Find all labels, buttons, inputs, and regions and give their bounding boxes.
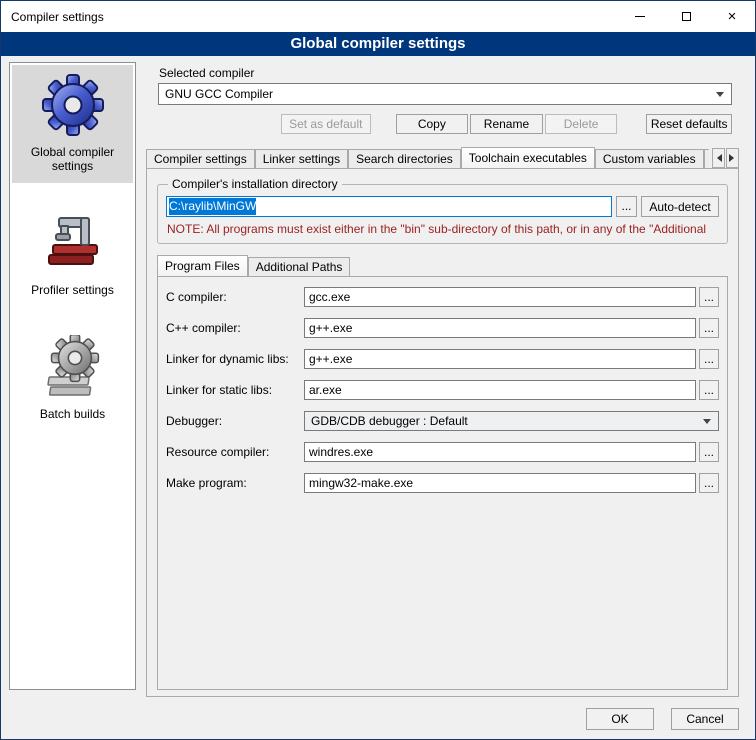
- toolchain-subtabbar: Program Files Additional Paths: [157, 254, 728, 276]
- c-compiler-label: C compiler:: [166, 290, 304, 304]
- batch-builds-icon: [41, 335, 105, 399]
- installation-directory-group: Compiler's installation directory C:\ray…: [157, 177, 728, 244]
- tab-scroll-buttons: [712, 148, 739, 168]
- chevron-down-icon: [716, 92, 724, 101]
- sidebar-item-label: Batch builds: [40, 407, 105, 421]
- tab-toolchain-executables[interactable]: Toolchain executables: [461, 147, 595, 168]
- tab-compiler-settings[interactable]: Compiler settings: [146, 149, 255, 168]
- maximize-button[interactable]: [663, 1, 709, 32]
- linker-static-browse-button[interactable]: ...: [699, 380, 719, 400]
- sidebar-item-label: Profiler settings: [31, 283, 114, 297]
- gear-icon: [41, 73, 105, 137]
- installation-note: NOTE: All programs must exist either in …: [167, 222, 719, 236]
- settings-tabbar: Compiler settings Linker settings Search…: [146, 146, 739, 168]
- auto-detect-button[interactable]: Auto-detect: [641, 196, 719, 217]
- debugger-label: Debugger:: [166, 414, 304, 428]
- tab-build-options[interactable]: Build options: [704, 149, 709, 168]
- dialog-body: Global compiler settings Profiler settin…: [1, 56, 755, 697]
- linker-dynamic-label: Linker for dynamic libs:: [166, 352, 304, 366]
- subtab-scroll-area: Program Files Additional Paths: [157, 254, 728, 276]
- tab-linker-settings[interactable]: Linker settings: [255, 149, 348, 168]
- minimize-button[interactable]: [617, 1, 663, 32]
- installation-directory-value: C:\raylib\MinGW: [169, 198, 256, 215]
- make-program-browse-button[interactable]: ...: [699, 473, 719, 493]
- form-row-linker-static: Linker for static libs: ...: [166, 380, 719, 400]
- arrow-right-icon: [729, 154, 738, 162]
- close-button[interactable]: ×: [709, 1, 755, 32]
- form-row-linker-dynamic: Linker for dynamic libs: ...: [166, 349, 719, 369]
- form-row-c-compiler: C compiler: ...: [166, 287, 719, 307]
- linker-static-label: Linker for static libs:: [166, 383, 304, 397]
- toolchain-executables-panel: Compiler's installation directory C:\ray…: [146, 168, 739, 697]
- resource-compiler-browse-button[interactable]: ...: [699, 442, 719, 462]
- titlebar: Compiler settings ×: [1, 1, 755, 32]
- installation-directory-legend: Compiler's installation directory: [168, 177, 342, 191]
- tab-scroll-area: Compiler settings Linker settings Search…: [146, 146, 709, 168]
- ok-button[interactable]: OK: [586, 708, 654, 730]
- linker-dynamic-input[interactable]: [304, 349, 696, 369]
- form-row-make-program: Make program: ...: [166, 473, 719, 493]
- window-controls: ×: [617, 1, 755, 32]
- c-compiler-browse-button[interactable]: ...: [699, 287, 719, 307]
- compiler-settings-window: Compiler settings × Global compiler sett…: [0, 0, 756, 740]
- reset-defaults-button[interactable]: Reset defaults: [646, 114, 732, 134]
- arrow-left-icon: [713, 154, 722, 162]
- sidebar-item-label: Global compiler settings: [14, 145, 131, 173]
- profiler-icon: [41, 211, 105, 275]
- compiler-actions: Set as default Copy Rename Delete Reset …: [158, 114, 732, 134]
- form-row-resource-compiler: Resource compiler: ...: [166, 442, 719, 462]
- installation-directory-row: C:\raylib\MinGW ... Auto-detect: [166, 196, 719, 217]
- chevron-down-icon: [703, 419, 711, 428]
- cpp-compiler-browse-button[interactable]: ...: [699, 318, 719, 338]
- subtab-additional-paths[interactable]: Additional Paths: [248, 257, 351, 276]
- tab-scroll-right-button[interactable]: [726, 148, 739, 168]
- dialog-footer: OK Cancel: [1, 697, 755, 740]
- debugger-dropdown[interactable]: GDB/CDB debugger : Default: [304, 411, 719, 431]
- browse-directory-button[interactable]: ...: [616, 196, 637, 217]
- main-content: Selected compiler GNU GCC Compiler Set a…: [146, 62, 739, 697]
- cancel-button[interactable]: Cancel: [671, 708, 739, 730]
- selected-compiler-value: GNU GCC Compiler: [165, 87, 273, 101]
- settings-category-sidebar: Global compiler settings Profiler settin…: [9, 62, 136, 690]
- delete-button[interactable]: Delete: [545, 114, 618, 134]
- set-as-default-button[interactable]: Set as default: [281, 114, 371, 134]
- tab-custom-variables[interactable]: Custom variables: [595, 149, 704, 168]
- copy-button[interactable]: Copy: [396, 114, 469, 134]
- debugger-value: GDB/CDB debugger : Default: [311, 414, 468, 428]
- c-compiler-input[interactable]: [304, 287, 696, 307]
- page-title: Global compiler settings: [1, 32, 755, 56]
- sidebar-item-batch-builds[interactable]: Batch builds: [12, 327, 133, 431]
- maximize-icon: [682, 12, 691, 21]
- linker-dynamic-browse-button[interactable]: ...: [699, 349, 719, 369]
- make-program-input[interactable]: [304, 473, 696, 493]
- sidebar-item-profiler-settings[interactable]: Profiler settings: [12, 203, 133, 307]
- tab-scroll-left-button[interactable]: [712, 148, 725, 168]
- resource-compiler-input[interactable]: [304, 442, 696, 462]
- installation-directory-input[interactable]: C:\raylib\MinGW: [166, 196, 612, 217]
- selected-compiler-dropdown[interactable]: GNU GCC Compiler: [158, 83, 732, 105]
- tab-search-directories[interactable]: Search directories: [348, 149, 461, 168]
- program-files-panel: C compiler: ... C++ compiler: ...: [157, 276, 728, 690]
- window-title: Compiler settings: [1, 10, 104, 24]
- cpp-compiler-input[interactable]: [304, 318, 696, 338]
- form-row-cpp-compiler: C++ compiler: ...: [166, 318, 719, 338]
- cpp-compiler-label: C++ compiler:: [166, 321, 304, 335]
- resource-compiler-label: Resource compiler:: [166, 445, 304, 459]
- selected-compiler-section: Selected compiler GNU GCC Compiler Set a…: [158, 62, 732, 134]
- make-program-label: Make program:: [166, 476, 304, 490]
- rename-button[interactable]: Rename: [470, 114, 543, 134]
- minimize-icon: [635, 16, 645, 17]
- form-row-debugger: Debugger: GDB/CDB debugger : Default: [166, 411, 719, 431]
- close-icon: ×: [728, 9, 737, 24]
- linker-static-input[interactable]: [304, 380, 696, 400]
- sidebar-item-global-compiler-settings[interactable]: Global compiler settings: [12, 65, 133, 183]
- selected-compiler-label: Selected compiler: [159, 66, 732, 80]
- subtab-program-files[interactable]: Program Files: [157, 255, 248, 276]
